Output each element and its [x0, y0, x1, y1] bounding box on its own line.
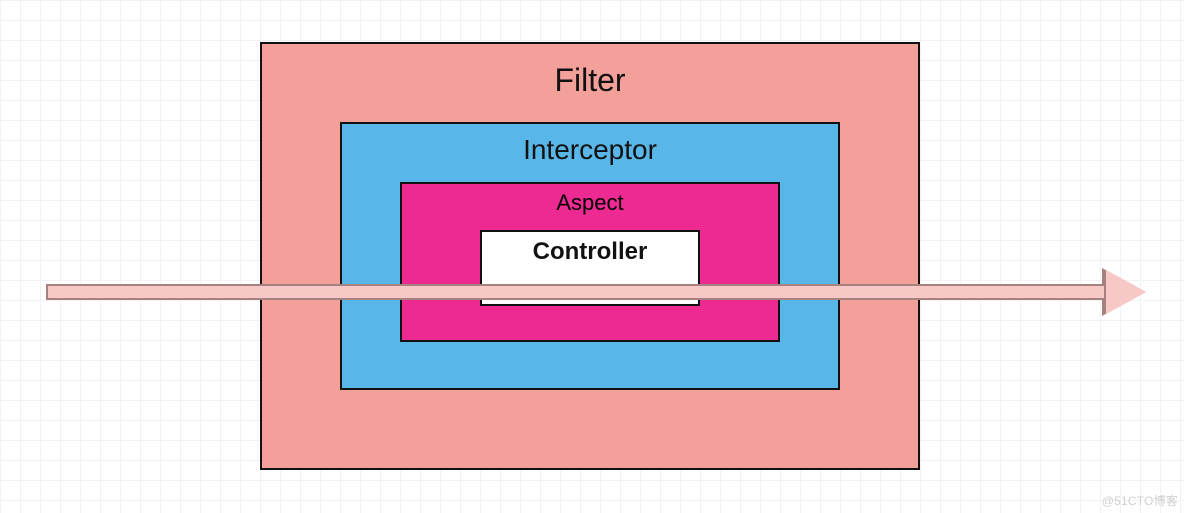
- arrow-head-icon: [1106, 270, 1146, 314]
- filter-label: Filter: [262, 62, 918, 99]
- interceptor-label: Interceptor: [342, 134, 838, 166]
- diagram-canvas: Filter Interceptor Aspect Controller @51…: [0, 0, 1184, 513]
- watermark-text: @51CTO博客: [1102, 492, 1178, 509]
- controller-label: Controller: [482, 238, 698, 266]
- controller-layer-box: Controller: [480, 230, 700, 306]
- aspect-label: Aspect: [402, 190, 778, 216]
